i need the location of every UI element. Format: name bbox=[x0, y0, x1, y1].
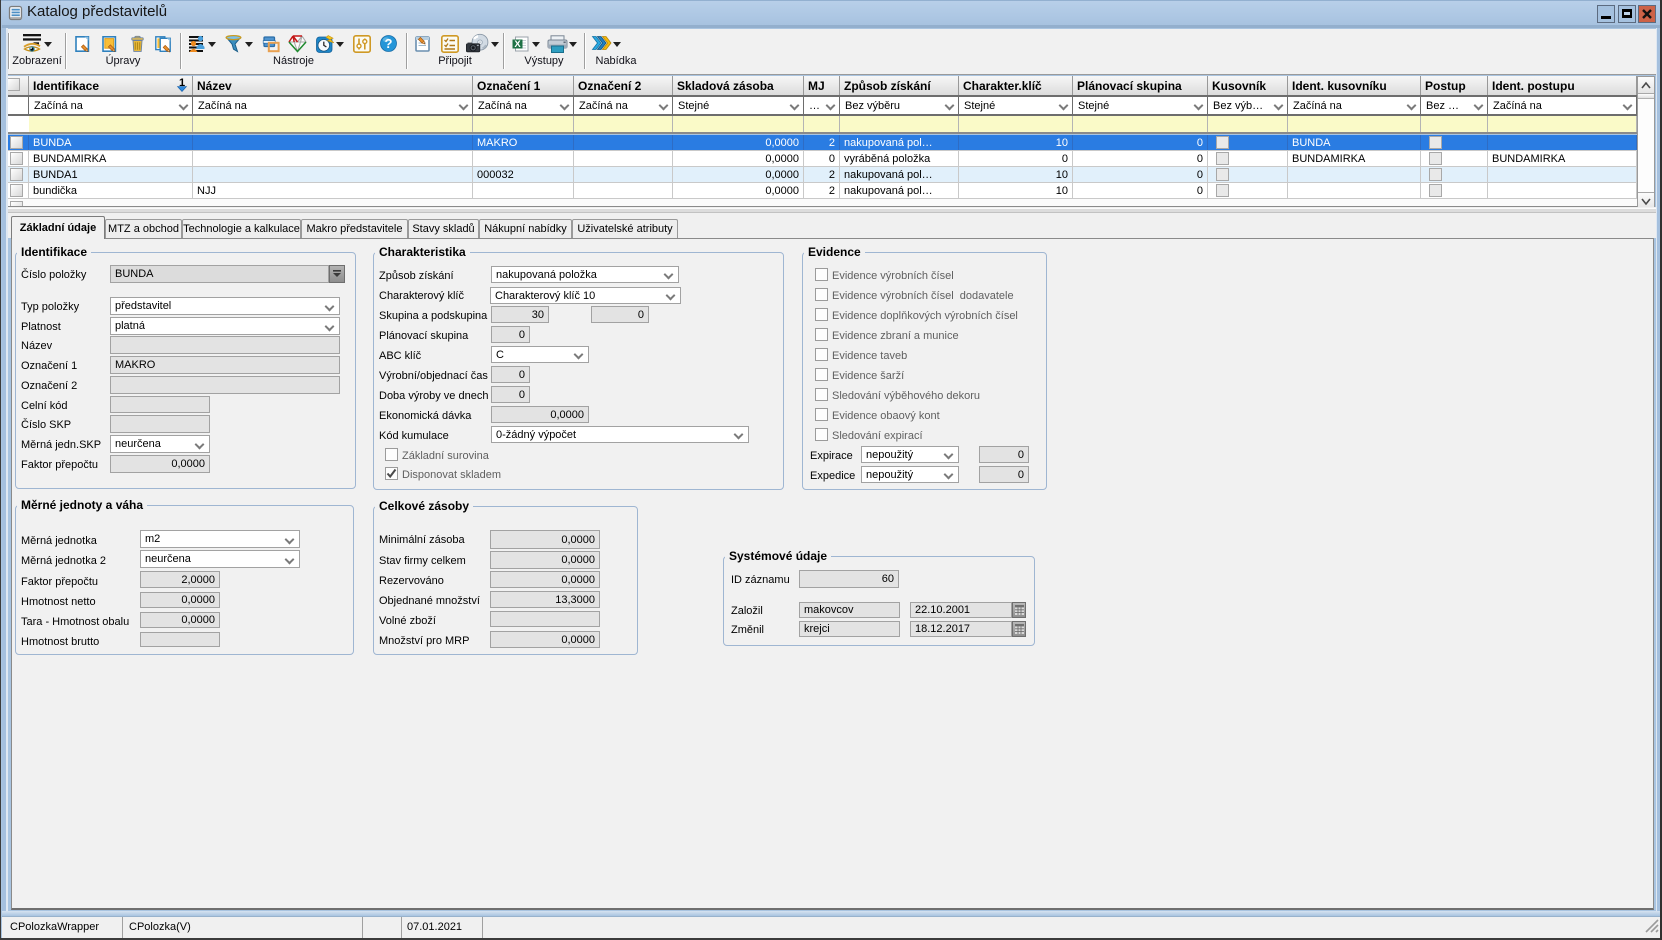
svg-text:?: ? bbox=[385, 36, 393, 51]
svg-text:X: X bbox=[514, 39, 521, 50]
